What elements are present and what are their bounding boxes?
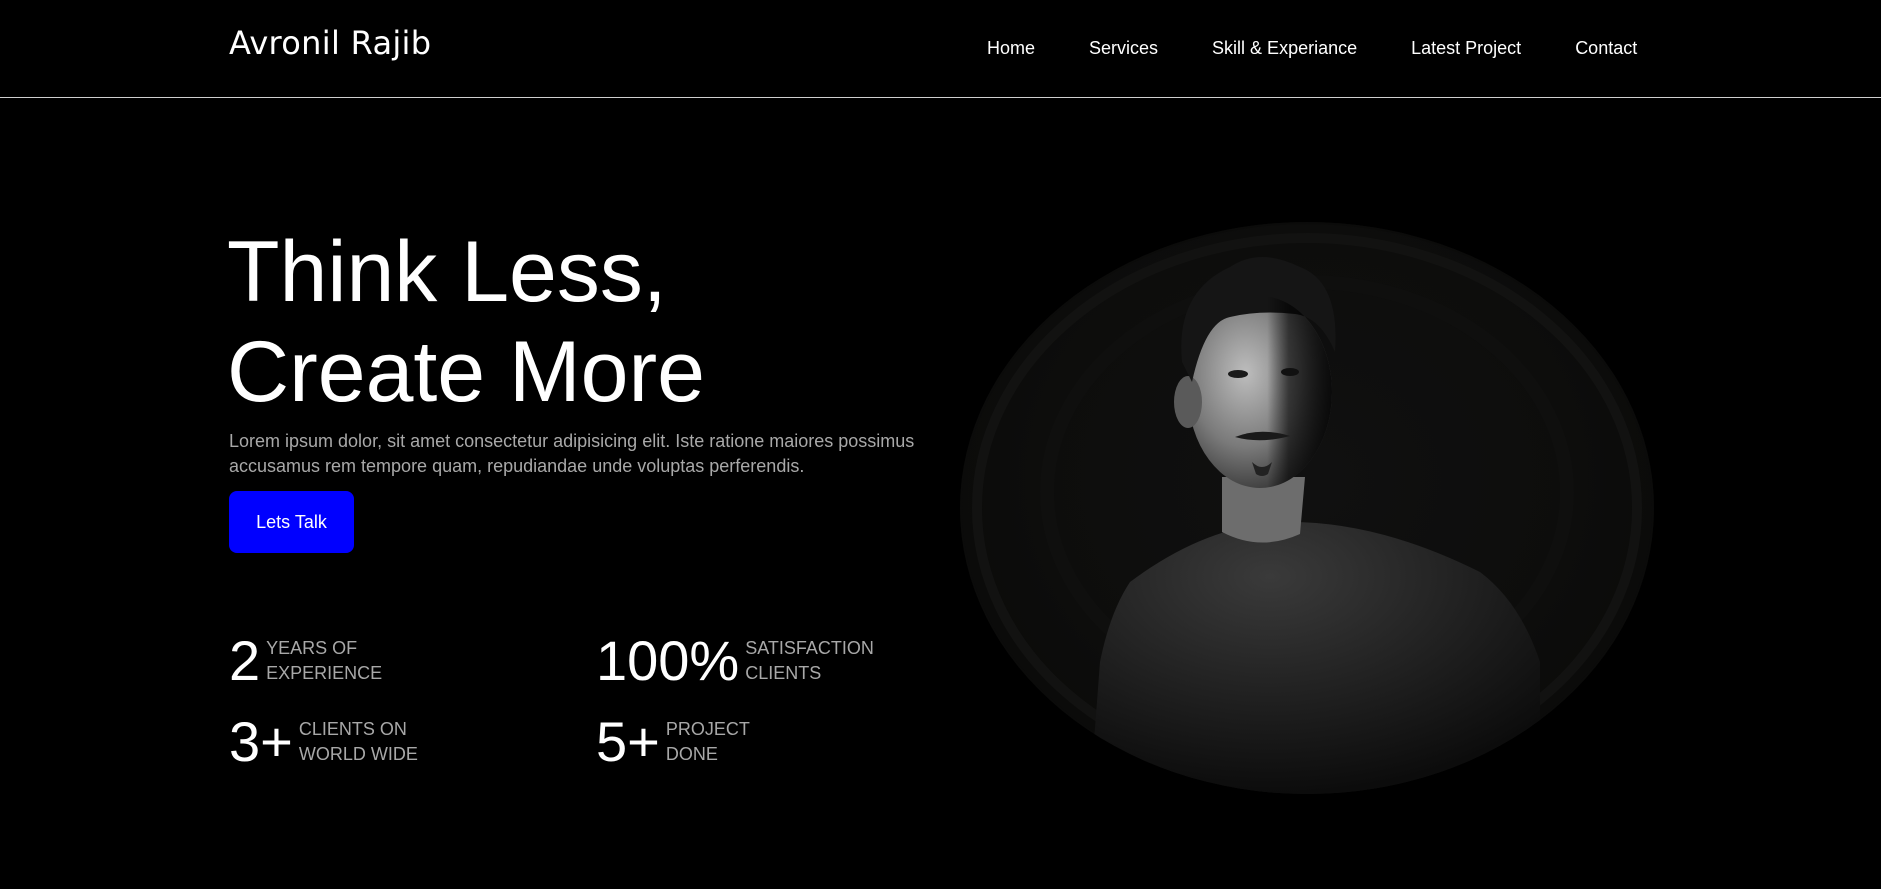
stat-label: SATISFACTION CLIENTS	[745, 638, 874, 683]
stat-years-experience: 2 YEARS OF EXPERIENCE	[229, 631, 382, 691]
site-logo[interactable]: Avronil Rajib	[229, 24, 431, 62]
hero-description: Lorem ipsum dolor, sit amet consectetur …	[229, 431, 915, 476]
stat-number: 2	[229, 629, 261, 692]
main-nav: Home Services Skill & Experiance Latest …	[987, 38, 1637, 59]
stat-satisfaction: 100% SATISFACTION CLIENTS	[596, 631, 874, 691]
stat-label: YEARS OF EXPERIENCE	[266, 638, 383, 683]
stat-clients-worldwide: 3+ CLIENTS ON WORLD WIDE	[229, 712, 418, 772]
nav-services[interactable]: Services	[1089, 38, 1158, 59]
hero-headline: Think Less, Create More	[227, 222, 705, 422]
headline-line-2: Create More	[227, 324, 705, 420]
nav-skill-experience[interactable]: Skill & Experiance	[1212, 38, 1357, 59]
stat-number: 5+	[596, 710, 660, 773]
portrait-illustration	[972, 233, 1642, 794]
lets-talk-button[interactable]: Lets Talk	[229, 491, 354, 553]
site-header: Avronil Rajib Home Services Skill & Expe…	[0, 0, 1881, 98]
nav-contact[interactable]: Contact	[1575, 38, 1637, 59]
stat-projects-done: 5+ PROJECT DONE	[596, 712, 750, 772]
stat-number: 3+	[229, 710, 293, 773]
stat-label: PROJECT DONE	[665, 719, 750, 764]
headline-line-1: Think Less,	[227, 224, 667, 320]
stat-number: 100%	[596, 629, 740, 692]
nav-home[interactable]: Home	[987, 38, 1035, 59]
profile-portrait	[960, 222, 1654, 794]
nav-latest-project[interactable]: Latest Project	[1411, 38, 1521, 59]
stat-label: CLIENTS ON WORLD WIDE	[298, 719, 418, 764]
